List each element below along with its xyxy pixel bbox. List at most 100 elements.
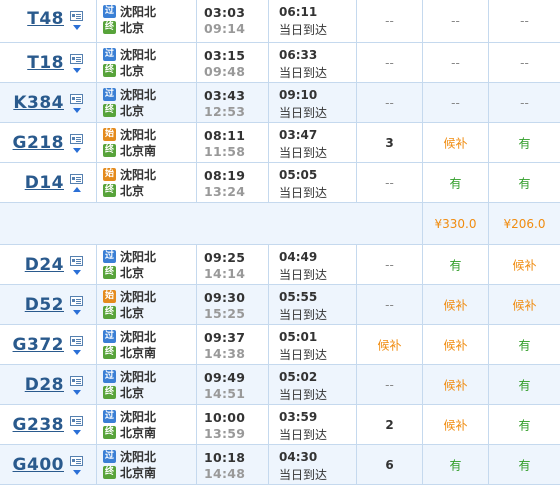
- seat-availability-value: 候补: [512, 258, 537, 272]
- from-station[interactable]: 过沈阳北: [103, 450, 156, 464]
- to-station[interactable]: 终北京南: [103, 466, 156, 480]
- train-info-icon[interactable]: [70, 296, 83, 306]
- train-number-link[interactable]: K384: [13, 93, 64, 113]
- duration-cell: 05:55 当日到达: [269, 285, 357, 324]
- train-info-icon[interactable]: [70, 174, 83, 184]
- train-number-link[interactable]: D52: [25, 295, 64, 315]
- seat-availability-cell[interactable]: 候补: [357, 325, 423, 364]
- depart-time: 09:37: [204, 330, 246, 345]
- train-row[interactable]: G218 始沈阳北终北京南 08:11 11:58 03:47 当日到达 3 候补有: [0, 123, 560, 163]
- to-station[interactable]: 终北京: [103, 104, 144, 118]
- train-row[interactable]: D14 始沈阳北终北京 08:19 13:24 05:05 当日到达 -- 有有: [0, 163, 560, 203]
- expand-arrow-icon[interactable]: [73, 148, 81, 153]
- seat-availability-cell[interactable]: 有: [489, 163, 560, 202]
- train-number-link[interactable]: T48: [27, 9, 64, 29]
- seat-availability-cell[interactable]: 有: [489, 365, 560, 404]
- from-station-name: 沈阳北: [120, 5, 157, 19]
- seat-availability-cell[interactable]: 有: [489, 445, 560, 484]
- seat-availability-value: 有: [518, 378, 531, 392]
- from-station[interactable]: 始沈阳北: [103, 168, 156, 182]
- to-station[interactable]: 终北京: [103, 184, 144, 198]
- to-station[interactable]: 终北京: [103, 64, 144, 78]
- train-info-icon[interactable]: [70, 11, 83, 21]
- train-row[interactable]: D28 过沈阳北终北京 09:49 14:51 05:02 当日到达 -- 候补有: [0, 365, 560, 405]
- train-info-icon[interactable]: [70, 256, 83, 266]
- train-number-link[interactable]: D14: [25, 173, 64, 193]
- train-results-table: T48 过沈阳北终北京 03:03 09:14 06:11 当日到达 -- -- -- T18 过沈…: [0, 0, 560, 485]
- expand-arrow-icon[interactable]: [73, 270, 81, 275]
- expand-arrow-icon[interactable]: [73, 310, 81, 315]
- expand-arrow-icon[interactable]: [73, 25, 81, 30]
- train-row[interactable]: D52 始沈阳北终北京 09:30 15:25 05:55 当日到达 -- 候补 候补: [0, 285, 560, 325]
- train-row[interactable]: K384 过沈阳北终北京 03:43 12:53 09:10 当日到达 -- -- --: [0, 83, 560, 123]
- seat-availability-cell[interactable]: 候补: [489, 245, 560, 284]
- seat-availability-cell[interactable]: 有: [489, 325, 560, 364]
- train-row[interactable]: G238 过沈阳北终北京南 10:00 13:59 03:59 当日到达 2 候补有: [0, 405, 560, 445]
- seat-availability-value: 有: [518, 136, 531, 150]
- to-station[interactable]: 终北京南: [103, 346, 156, 360]
- expand-arrow-icon[interactable]: [73, 68, 81, 73]
- train-info-icon[interactable]: [70, 94, 83, 104]
- train-info-icon[interactable]: [70, 456, 83, 466]
- times-cell: 09:37 14:38: [197, 325, 269, 364]
- from-station[interactable]: 过沈阳北: [103, 5, 156, 19]
- seat-availability-cell[interactable]: 有: [489, 123, 560, 162]
- train-row[interactable]: T48 过沈阳北终北京 03:03 09:14 06:11 当日到达 -- -- --: [0, 0, 560, 43]
- to-station[interactable]: 终北京: [103, 386, 144, 400]
- seat-availability-cell[interactable]: 候补: [423, 285, 489, 324]
- train-number-link[interactable]: T18: [27, 53, 64, 73]
- train-number-link[interactable]: D28: [25, 375, 64, 395]
- times-cell: 08:11 11:58: [197, 123, 269, 162]
- from-station[interactable]: 过沈阳北: [103, 250, 156, 264]
- collapse-arrow-icon[interactable]: [73, 187, 81, 192]
- to-station[interactable]: 终北京南: [103, 144, 156, 158]
- seat-availability-cell: --: [357, 43, 423, 82]
- train-info-icon[interactable]: [70, 416, 83, 426]
- to-station[interactable]: 终北京: [103, 21, 144, 35]
- expand-arrow-icon[interactable]: [73, 470, 81, 475]
- from-station[interactable]: 过沈阳北: [103, 410, 156, 424]
- seat-availability-cell[interactable]: 有: [423, 445, 489, 484]
- from-station[interactable]: 过沈阳北: [103, 330, 156, 344]
- from-station[interactable]: 过沈阳北: [103, 370, 156, 384]
- train-number-link[interactable]: D24: [25, 255, 64, 275]
- pass-station-badge: 过: [103, 370, 116, 383]
- seat-availability-cell[interactable]: 候补: [423, 405, 489, 444]
- seat-availability-cell[interactable]: 候补: [489, 285, 560, 324]
- train-row[interactable]: G372 过沈阳北终北京南 09:37 14:38 05:01 当日到达 候补 候补有: [0, 325, 560, 365]
- train-row[interactable]: T18 过沈阳北终北京 03:15 09:48 06:33 当日到达 -- -- --: [0, 43, 560, 83]
- train-row[interactable]: G400 过沈阳北终北京南 10:18 14:48 04:30 当日到达 6 有有: [0, 445, 560, 485]
- to-station[interactable]: 终北京: [103, 306, 144, 320]
- train-info-icon[interactable]: [70, 54, 83, 64]
- train-number-link[interactable]: G218: [13, 133, 64, 153]
- train-row[interactable]: D24 过沈阳北终北京 09:25 14:14 04:49 当日到达 -- 有候补: [0, 245, 560, 285]
- expand-arrow-icon[interactable]: [73, 390, 81, 395]
- seat-availability-cell[interactable]: 有: [423, 245, 489, 284]
- expand-arrow-icon[interactable]: [73, 430, 81, 435]
- train-info-icon[interactable]: [70, 376, 83, 386]
- seat-availability-cell[interactable]: 有: [423, 163, 489, 202]
- to-station[interactable]: 终北京南: [103, 426, 156, 440]
- from-station[interactable]: 过沈阳北: [103, 48, 156, 62]
- train-number-link[interactable]: G238: [13, 415, 64, 435]
- from-station[interactable]: 过沈阳北: [103, 88, 156, 102]
- train-info-icon[interactable]: [70, 336, 83, 346]
- seat-availability-cell: --: [423, 83, 489, 122]
- seat-availability-cell[interactable]: 有: [489, 405, 560, 444]
- seat-availability-cell[interactable]: 候补: [423, 325, 489, 364]
- stations-cell: 过沈阳北终北京: [97, 245, 197, 284]
- seat-availability-value: 候补: [443, 418, 468, 432]
- seat-availability-value: --: [385, 175, 394, 190]
- from-station[interactable]: 始沈阳北: [103, 290, 156, 304]
- seat-availability-cell[interactable]: 候补: [423, 365, 489, 404]
- train-number-link[interactable]: G372: [13, 335, 64, 355]
- seat-availability-value: 候补: [443, 298, 468, 312]
- expand-arrow-icon[interactable]: [73, 108, 81, 113]
- expand-arrow-icon[interactable]: [73, 350, 81, 355]
- arrive-time: 14:14: [204, 266, 246, 281]
- train-info-icon[interactable]: [70, 134, 83, 144]
- train-number-link[interactable]: G400: [13, 455, 64, 475]
- to-station[interactable]: 终北京: [103, 266, 144, 280]
- seat-availability-cell[interactable]: 候补: [423, 123, 489, 162]
- from-station[interactable]: 始沈阳北: [103, 128, 156, 142]
